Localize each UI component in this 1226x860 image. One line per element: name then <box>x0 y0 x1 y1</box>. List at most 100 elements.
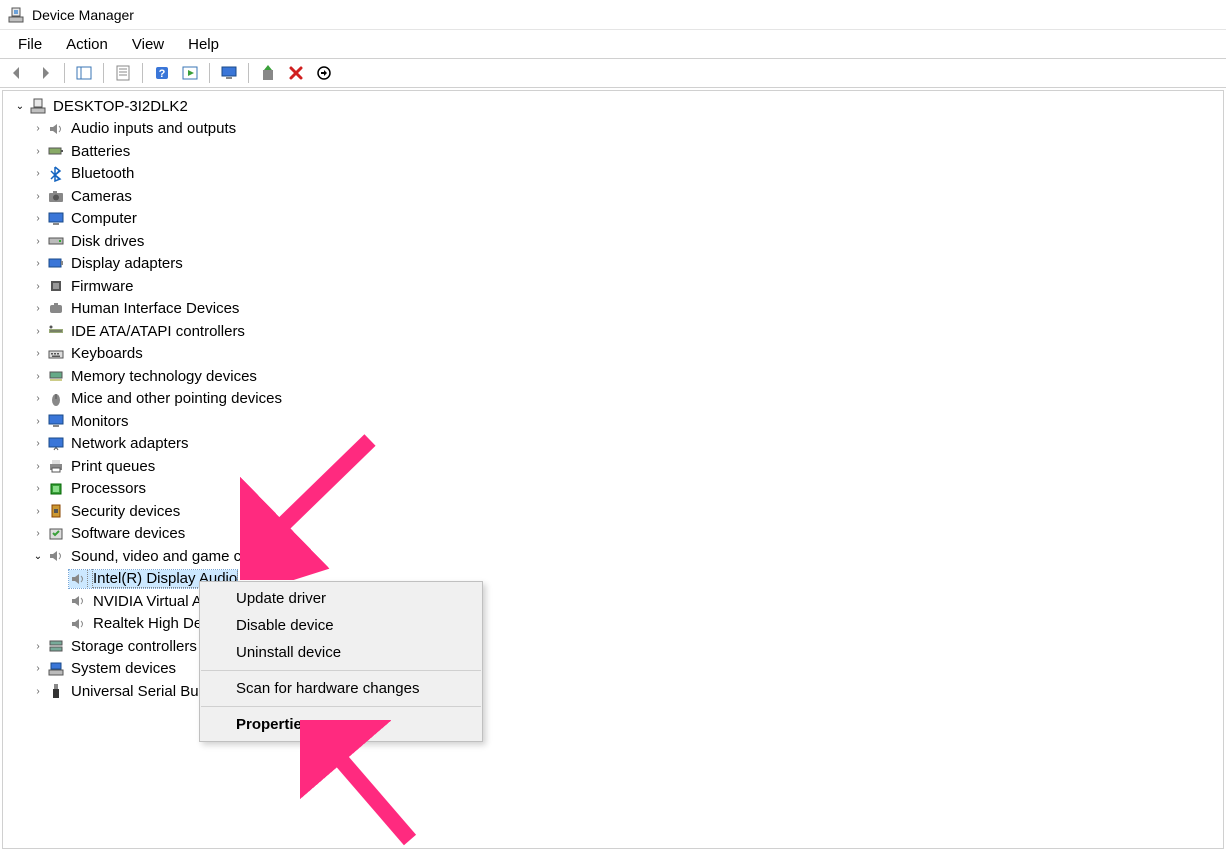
tree-category-label: Bluetooth <box>71 165 134 182</box>
toolbar-uninstall-button[interactable] <box>283 61 309 85</box>
expander-icon[interactable]: › <box>31 369 45 383</box>
expander-icon[interactable]: › <box>31 189 45 203</box>
toolbar-separator <box>103 63 104 83</box>
mouse-icon <box>47 390 65 408</box>
tree-category-label: Monitors <box>71 413 129 430</box>
menu-view[interactable]: View <box>120 33 176 56</box>
expander-icon[interactable]: › <box>31 347 45 361</box>
processor-icon <box>47 480 65 498</box>
forward-icon <box>37 65 53 81</box>
tree-category-row[interactable]: › Batteries <box>21 140 1223 163</box>
tree-category-row[interactable]: ›Cameras <box>21 185 1223 208</box>
expander-icon[interactable]: › <box>31 392 45 406</box>
tree-category-row[interactable]: ›Print queues <box>21 455 1223 478</box>
tree-category-row[interactable]: › Bluetooth <box>21 163 1223 186</box>
speaker-icon <box>69 592 87 610</box>
expander-icon[interactable]: › <box>31 302 45 316</box>
toolbar-help-button[interactable]: ? <box>149 61 175 85</box>
expander-icon[interactable]: › <box>31 234 45 248</box>
tree-category-row[interactable]: › IDE ATA/ATAPI controllers <box>21 320 1223 343</box>
tree-category-label: Firmware <box>71 278 134 295</box>
help-icon: ? <box>154 65 170 81</box>
action-icon <box>182 65 198 81</box>
expander-icon[interactable]: › <box>31 212 45 226</box>
tree-category-row[interactable]: ›Display adapters <box>21 253 1223 276</box>
speaker-icon <box>69 570 87 588</box>
expander-icon[interactable]: ⌄ <box>13 99 27 113</box>
tree-category-row[interactable]: ›Keyboards <box>21 343 1223 366</box>
hid-icon <box>47 300 65 318</box>
tree-category-row[interactable]: › Disk drives <box>21 230 1223 253</box>
toolbar-scan-button[interactable] <box>311 61 337 85</box>
expander-icon[interactable]: › <box>31 414 45 428</box>
expander-icon[interactable]: › <box>31 257 45 271</box>
expander-icon[interactable]: › <box>31 167 45 181</box>
speaker-icon <box>69 615 87 633</box>
context-menu-separator <box>201 670 481 671</box>
tree-category-row[interactable]: ›Memory technology devices <box>21 365 1223 388</box>
toolbar-separator <box>209 63 210 83</box>
expander-icon[interactable]: › <box>31 527 45 541</box>
tree-category-row[interactable]: ›Computer <box>21 208 1223 231</box>
tree-category-label: Security devices <box>71 503 180 520</box>
tree-category-row[interactable]: ›Software devices <box>21 523 1223 546</box>
expander-icon[interactable]: › <box>31 437 45 451</box>
context-menu-separator <box>201 706 481 707</box>
expander-icon[interactable]: › <box>31 662 45 676</box>
tree-category-row[interactable]: › Firmware <box>21 275 1223 298</box>
toolbar-action-button[interactable] <box>177 61 203 85</box>
tree-category-label: IDE ATA/ATAPI controllers <box>71 323 245 340</box>
context-menu-uninstall-device[interactable]: Uninstall device <box>200 639 482 666</box>
toolbar-forward-button[interactable] <box>32 61 58 85</box>
svg-text:?: ? <box>159 68 166 80</box>
expander-icon[interactable]: › <box>31 459 45 473</box>
tree-root-row[interactable]: ⌄ DESKTOP-3I2DLK2 <box>3 95 1223 118</box>
printer-icon <box>47 457 65 475</box>
expander-icon[interactable]: › <box>31 482 45 496</box>
tree-category-label: Storage controllers <box>71 638 197 655</box>
device-manager-icon <box>8 7 24 23</box>
tree-category-row[interactable]: ›Mice and other pointing devices <box>21 388 1223 411</box>
camera-icon <box>47 187 65 205</box>
expander-icon[interactable]: › <box>31 504 45 518</box>
tree-category-label: Disk drives <box>71 233 144 250</box>
device-tree[interactable]: ⌄ DESKTOP-3I2DLK2 › Audio inputs and outp… <box>2 90 1224 849</box>
toolbar-back-button[interactable] <box>4 61 30 85</box>
menu-action[interactable]: Action <box>54 33 120 56</box>
menu-help[interactable]: Help <box>176 33 231 56</box>
tree-category-row[interactable]: ›Human Interface Devices <box>21 298 1223 321</box>
back-icon <box>9 65 25 81</box>
menu-file[interactable]: File <box>6 33 54 56</box>
tree-category-row[interactable]: › Security devices <box>21 500 1223 523</box>
context-menu-update-driver[interactable]: Update driver <box>200 585 482 612</box>
monitor-icon <box>47 412 65 430</box>
toolbar-separator <box>248 63 249 83</box>
toolbar-show-hide-button[interactable] <box>71 61 97 85</box>
tree-category-row[interactable]: ›Network adapters <box>21 433 1223 456</box>
tree-category-row[interactable]: › Monitors <box>21 410 1223 433</box>
tree-category-row[interactable]: ›Processors <box>21 478 1223 501</box>
expander-icon[interactable]: › <box>31 324 45 338</box>
expander-icon[interactable]: ⌄ <box>31 549 45 563</box>
expander-icon[interactable]: › <box>31 122 45 136</box>
tree-category-row[interactable]: › Audio inputs and outputs <box>21 118 1223 141</box>
speaker-icon <box>47 547 65 565</box>
expander-icon[interactable]: › <box>31 684 45 698</box>
expander-icon[interactable]: › <box>31 279 45 293</box>
network-icon <box>47 435 65 453</box>
context-menu-properties[interactable]: Properties <box>200 711 482 738</box>
window-title: Device Manager <box>32 7 134 23</box>
toolbar-properties-button[interactable] <box>110 61 136 85</box>
toolbar-update-driver-button[interactable] <box>255 61 281 85</box>
expander-icon[interactable]: › <box>31 639 45 653</box>
tree-category-label: Audio inputs and outputs <box>71 120 236 137</box>
display-adapter-icon <box>47 255 65 273</box>
context-menu-scan-hardware[interactable]: Scan for hardware changes <box>200 675 482 702</box>
expander-icon[interactable]: › <box>31 144 45 158</box>
tree-category-label: Batteries <box>71 143 130 160</box>
tree-category-label: System devices <box>71 660 176 677</box>
toolbar-remote-button[interactable] <box>216 61 242 85</box>
context-menu-disable-device[interactable]: Disable device <box>200 612 482 639</box>
tree-category-row-sound[interactable]: ⌄ Sound, video and game controllers <box>21 545 1223 568</box>
tree-category-label: Sound, video and game controllers <box>71 548 303 565</box>
